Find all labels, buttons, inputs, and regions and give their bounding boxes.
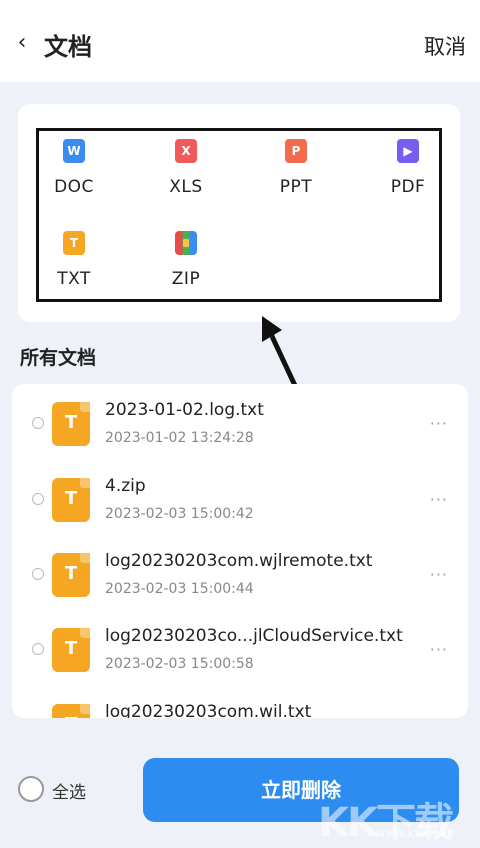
page-title: 文档	[44, 33, 92, 61]
more-icon[interactable]: ···	[430, 414, 448, 433]
list-item[interactable]: T log20230203com.wil.txt	[12, 686, 468, 718]
select-radio[interactable]	[32, 568, 44, 580]
list-item[interactable]: T log20230203co...jlCloudService.txt 202…	[12, 610, 468, 685]
file-date: 2023-02-03 15:00:44	[105, 581, 254, 597]
file-date: 2023-02-03 15:00:58	[105, 656, 254, 672]
txt-file-icon: T	[52, 478, 90, 522]
file-name: log20230203co...jlCloudService.txt	[105, 626, 403, 646]
file-name: 2023-01-02.log.txt	[105, 400, 264, 420]
file-name: 4.zip	[105, 476, 146, 496]
watermark-url: www.kkx.net	[375, 826, 452, 840]
list-item[interactable]: T 2023-01-02.log.txt 2023-01-02 13:24:28…	[12, 384, 468, 459]
select-all-radio[interactable]	[18, 776, 44, 802]
txt-file-icon: T	[52, 402, 90, 446]
more-icon[interactable]: ···	[430, 490, 448, 509]
pdf-icon: ▶	[397, 139, 419, 163]
type-label: DOC	[54, 177, 94, 197]
txt-icon: T	[63, 231, 85, 255]
file-date: 2023-01-02 13:24:28	[105, 430, 254, 446]
type-label: PDF	[390, 177, 426, 197]
file-list: T 2023-01-02.log.txt 2023-01-02 13:24:28…	[12, 384, 468, 718]
doc-icon: W	[63, 139, 85, 163]
header: ‹ 文档 取消	[0, 0, 480, 82]
type-label: TXT	[57, 269, 91, 289]
cancel-button[interactable]: 取消	[424, 32, 466, 62]
type-zip[interactable]: ZIP	[151, 231, 221, 299]
more-icon[interactable]: ···	[430, 565, 448, 584]
txt-file-icon: T	[52, 628, 90, 672]
section-title: 所有文档	[20, 347, 97, 369]
file-type-grid: W DOC X XLS P PPT ▶ PDF T TXT ZIP	[36, 128, 442, 302]
select-radio[interactable]	[32, 643, 44, 655]
select-all-label[interactable]: 全选	[52, 778, 86, 803]
file-date: 2023-02-03 15:00:42	[105, 506, 254, 522]
file-name: log20230203com.wjlremote.txt	[105, 551, 373, 571]
xls-icon: X	[175, 139, 197, 163]
type-txt[interactable]: T TXT	[39, 231, 109, 299]
file-type-card: W DOC X XLS P PPT ▶ PDF T TXT ZIP	[18, 104, 460, 322]
txt-file-icon: T	[52, 553, 90, 597]
type-ppt[interactable]: P PPT	[261, 139, 331, 207]
back-icon[interactable]: ‹	[12, 30, 32, 56]
type-label: PPT	[279, 177, 313, 197]
more-icon[interactable]: ···	[430, 640, 448, 659]
type-label: XLS	[169, 177, 203, 197]
type-doc[interactable]: W DOC	[39, 139, 109, 207]
list-item[interactable]: T log20230203com.wjlremote.txt 2023-02-0…	[12, 535, 468, 610]
type-xls[interactable]: X XLS	[151, 139, 221, 207]
file-name: log20230203com.wil.txt	[105, 702, 312, 718]
list-item[interactable]: T 4.zip 2023-02-03 15:00:42 ···	[12, 460, 468, 535]
txt-file-icon: T	[52, 704, 90, 718]
ppt-icon: P	[285, 139, 307, 163]
select-radio[interactable]	[32, 417, 44, 429]
type-pdf[interactable]: ▶ PDF	[373, 139, 443, 207]
select-radio[interactable]	[32, 493, 44, 505]
zip-icon	[175, 231, 197, 255]
type-label: ZIP	[171, 269, 201, 289]
